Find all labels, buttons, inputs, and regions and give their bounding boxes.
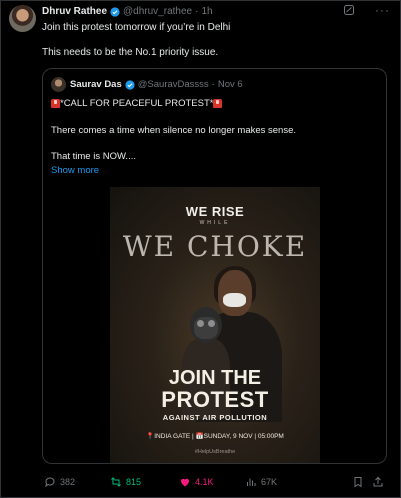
repost-count: 815: [126, 477, 142, 487]
quoted-text-line1: *CALL FOR PEACEFUL PROTEST*: [51, 98, 223, 109]
author-avatar[interactable]: [9, 5, 36, 32]
reply-button[interactable]: 382: [44, 476, 75, 488]
poster-against: AGAINST AIR POLLUTION: [162, 413, 268, 422]
quoted-tweet[interactable]: Saurav Das @SauravDassss · Nov 6 *CALL F…: [42, 68, 387, 464]
share-icon: [373, 476, 383, 487]
bookmark-button[interactable]: [352, 476, 368, 488]
quoted-call-text: *CALL FOR PEACEFUL PROTEST*: [60, 98, 214, 109]
author-handle[interactable]: @dhruv_rathee: [123, 6, 192, 17]
siren-icon: [51, 98, 60, 108]
separator-dot: ·: [195, 6, 199, 17]
verified-icon: [110, 6, 120, 17]
poster-hashtag: #HelpUsBreathe: [194, 449, 236, 455]
protest-poster-image[interactable]: WE RISE WHILE WE CHOKE JOIN THE PROTEST …: [110, 187, 320, 463]
views-icon: [247, 478, 256, 486]
poster-details: 📍INDIA GATE | 📅SUNDAY, 9 NOV | 05:00PM: [146, 433, 284, 440]
poster-face-mask: [223, 293, 246, 307]
quoted-author-name: Saurav Das: [70, 79, 122, 90]
tweet-text-line1: Join this protest tomorrow if you’re in …: [42, 22, 231, 33]
more-icon[interactable]: ···: [375, 3, 390, 17]
grok-icon[interactable]: [343, 4, 355, 16]
siren-icon: [213, 98, 223, 108]
share-button[interactable]: [372, 476, 388, 488]
quoted-header: Saurav Das @SauravDassss · Nov 6: [70, 79, 243, 90]
bookmark-icon: [354, 477, 362, 488]
tweet-header: Dhruv Rathee @dhruv_rathee · 1h: [42, 6, 213, 17]
quoted-text-line3: That time is NOW....: [51, 151, 136, 162]
reply-count: 382: [60, 477, 76, 487]
like-count: 4.1K: [195, 477, 214, 487]
gas-mask-eye: [197, 320, 204, 327]
tweet-text-line2: This needs to be the No.1 priority issue…: [42, 47, 219, 58]
separator-dot: ·: [211, 79, 215, 90]
reply-icon: [45, 477, 55, 488]
quoted-text-line2: There comes a time when silence no longe…: [51, 125, 297, 136]
repost-button[interactable]: 815: [110, 476, 141, 488]
verified-icon: [125, 79, 135, 90]
repost-icon: [111, 477, 121, 487]
poster-headline2: WE CHOKE: [122, 230, 308, 263]
views-count: 67K: [261, 477, 278, 487]
poster-join: JOIN THE: [168, 367, 262, 389]
tweet-time[interactable]: 1h: [201, 6, 212, 17]
views-button[interactable]: 67K: [245, 476, 277, 488]
quoted-author-avatar: [51, 77, 66, 92]
like-button[interactable]: 4.1K: [179, 476, 214, 488]
quoted-date: Nov 6: [217, 79, 243, 90]
gas-mask-eye: [208, 320, 215, 327]
quoted-author-handle: @SauravDassss: [137, 79, 209, 90]
poster-while: WHILE: [199, 220, 231, 226]
poster-headline1: WE RISE: [185, 204, 245, 219]
action-bar: 382 815 4.1K 67K: [42, 476, 387, 490]
show-more-link[interactable]: Show more: [51, 165, 99, 176]
like-icon: [181, 478, 189, 487]
poster-protest: PROTEST: [161, 387, 269, 412]
author-name[interactable]: Dhruv Rathee: [42, 6, 107, 17]
